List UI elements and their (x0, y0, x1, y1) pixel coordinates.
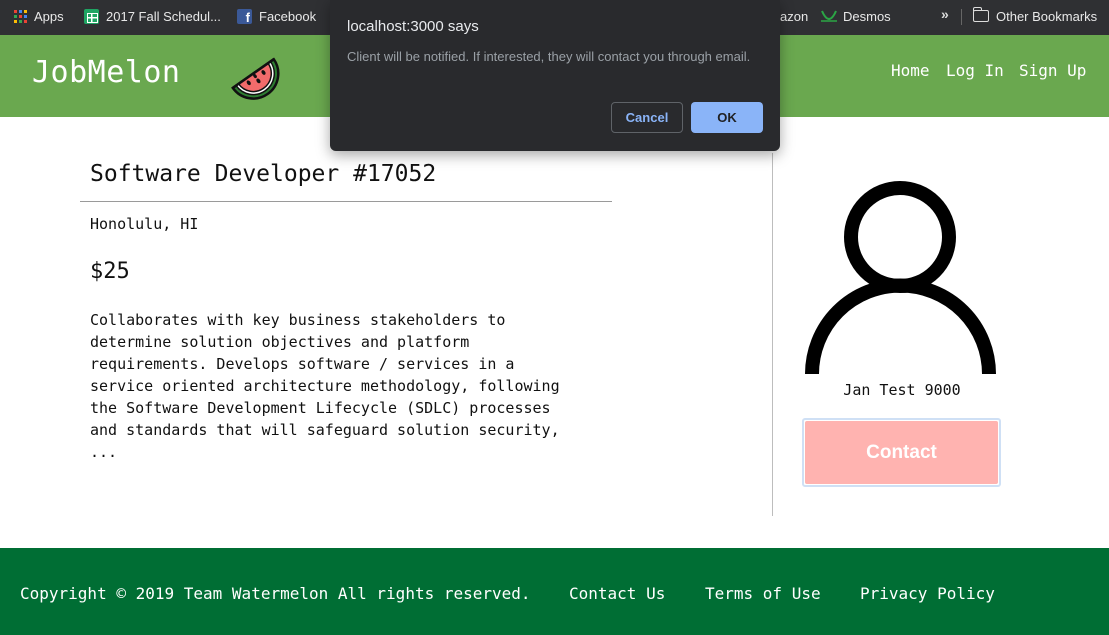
apps-dot (14, 14, 17, 18)
apps-dot (24, 19, 27, 23)
job-location: Honolulu, HI (90, 215, 199, 233)
footer-copyright: Copyright © 2019 Team Watermelon All rig… (20, 584, 531, 603)
site-footer: Copyright © 2019 Team Watermelon All rig… (0, 548, 1109, 635)
bookmark-label: Apps (34, 8, 64, 24)
bookmark-label: azon (780, 8, 809, 24)
job-description: Collaborates with key business stakehold… (90, 311, 560, 461)
bookmark-label: 2017 Fall Schedul... (106, 8, 221, 24)
watermelon-icon (231, 57, 280, 100)
footer-terms-link[interactable]: Terms of Use (705, 584, 821, 603)
bookmark-label: Other Bookmarks (996, 8, 1098, 24)
dialog-ok-button[interactable]: OK (691, 102, 763, 133)
bookmark-label: Facebook (259, 8, 317, 24)
facebook-icon: f (237, 8, 252, 24)
apps-dot (19, 9, 22, 13)
nav-home-link[interactable]: Home (891, 61, 930, 80)
alert-dialog: localhost:3000 says Client will be notif… (330, 0, 780, 151)
dialog-message: Client will be notified. If interested, … (347, 49, 751, 64)
brand-logo-text[interactable]: JobMelon (32, 55, 181, 90)
apps-dot (24, 14, 27, 18)
footer-privacy-link[interactable]: Privacy Policy (860, 584, 995, 603)
bookmark-apps[interactable]: Apps (14, 0, 64, 32)
contact-button[interactable]: Contact (805, 421, 998, 484)
bookmark-facebook[interactable]: f Facebook (237, 0, 316, 32)
bookmark-label: Desmos (843, 8, 891, 24)
job-title: Software Developer #17052 (90, 161, 437, 187)
bookmark-sheet[interactable]: 2017 Fall Schedul... (84, 0, 221, 32)
footer-contact-link[interactable]: Contact Us (569, 584, 665, 603)
dialog-title: localhost:3000 says (347, 18, 479, 35)
bookmark-amazon[interactable]: azon (780, 0, 808, 32)
bookmarks-divider (961, 9, 962, 25)
user-name: Jan Test 9000 (843, 381, 961, 399)
apps-dot (19, 14, 22, 18)
bookmark-desmos[interactable]: Desmos (821, 0, 891, 32)
apps-dot (24, 9, 27, 13)
sheets-icon (84, 8, 99, 24)
title-divider (80, 201, 612, 202)
apps-dot (19, 19, 22, 23)
job-price: $25 (90, 259, 130, 284)
folder-icon (972, 7, 989, 22)
more-bookmarks-chevron-icon[interactable]: » (941, 6, 949, 22)
dialog-cancel-button[interactable]: Cancel (611, 102, 683, 133)
contact-button-focus-ring: Contact (802, 418, 1001, 487)
desmos-icon (821, 9, 837, 24)
apps-dot (14, 9, 17, 13)
apps-dot (14, 19, 17, 23)
bookmark-other[interactable]: Other Bookmarks (972, 0, 1098, 32)
apps-grid-icon (14, 9, 27, 23)
column-divider (772, 153, 773, 516)
user-avatar-icon (805, 181, 996, 375)
nav-login-link[interactable]: Log In (946, 61, 1004, 80)
nav-signup-link[interactable]: Sign Up (1019, 61, 1086, 80)
